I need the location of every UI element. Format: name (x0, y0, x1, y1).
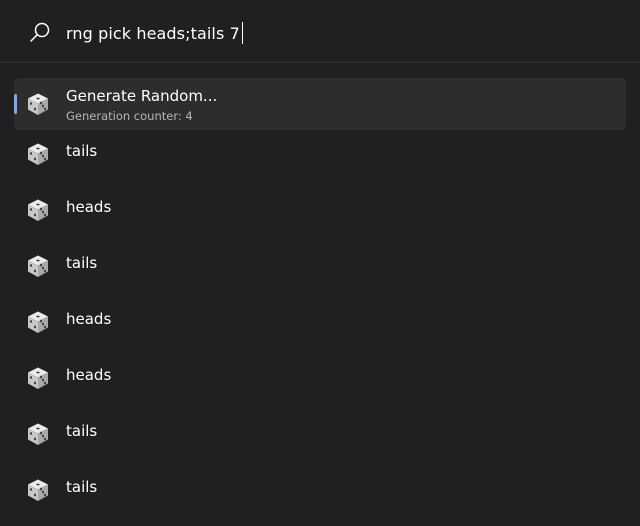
dice-icon (28, 423, 48, 445)
launcher-window: rng pick heads;tails 7 Generate Random..… (0, 0, 640, 526)
result-subtitle: Generation counter: 4 (66, 109, 193, 123)
dice-icon (28, 143, 48, 165)
search-icon (30, 22, 50, 42)
result-label: tails (66, 422, 98, 440)
search-query-text: rng pick heads;tails 7 (66, 23, 240, 43)
result-label: tails (66, 254, 98, 272)
result-item[interactable]: tails (0, 126, 640, 182)
search-input[interactable]: rng pick heads;tails 7 (66, 20, 243, 46)
result-label: tails (66, 142, 98, 160)
dice-icon (28, 311, 48, 333)
result-item[interactable]: tails (0, 238, 640, 294)
search-bar: rng pick heads;tails 7 (0, 0, 640, 63)
result-item[interactable]: heads (0, 182, 640, 238)
dice-icon (28, 93, 48, 115)
result-item[interactable]: heads (0, 294, 640, 350)
result-title: Generate Random... (66, 87, 218, 105)
results-list: Generate Random... Generation counter: 4… (0, 70, 640, 518)
result-item[interactable]: tails (0, 406, 640, 462)
result-item[interactable]: tails (0, 462, 640, 518)
text-caret (241, 22, 243, 44)
result-label: tails (66, 478, 98, 496)
selection-indicator (14, 94, 17, 114)
result-label: heads (66, 310, 112, 328)
dice-icon (28, 199, 48, 221)
dice-icon (28, 367, 48, 389)
result-label: heads (66, 198, 112, 216)
result-item-generate-random[interactable]: Generate Random... Generation counter: 4 (14, 78, 626, 130)
result-label: heads (66, 366, 112, 384)
dice-icon (28, 479, 48, 501)
result-item[interactable]: heads (0, 350, 640, 406)
dice-icon (28, 255, 48, 277)
